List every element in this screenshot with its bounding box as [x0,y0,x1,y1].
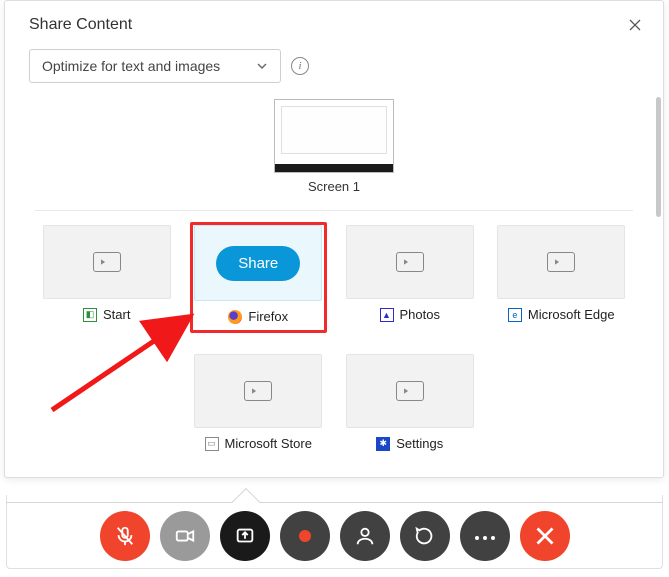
end-call-button[interactable] [520,511,570,561]
chat-icon [414,525,436,547]
scrollbar[interactable] [656,97,661,217]
mute-button[interactable] [100,511,150,561]
call-toolbar [0,511,669,561]
close-icon [536,527,554,545]
firefox-icon [228,310,242,324]
chat-button[interactable] [400,511,450,561]
screen-tile-1[interactable] [274,99,394,173]
video-button[interactable] [160,511,210,561]
panel-title: Share Content [29,16,132,34]
optimize-dropdown[interactable]: Optimize for text and images [29,49,281,83]
photos-icon: ▲ [380,308,394,322]
panel-header: Share Content [5,1,663,45]
microphone-muted-icon [114,525,136,547]
window-placeholder-icon [244,381,272,401]
app-tile-settings[interactable]: ✱ Settings [344,354,476,451]
info-icon[interactable]: i [291,57,309,75]
settings-icon: ✱ [376,437,390,451]
app-label: Firefox [248,309,288,324]
chevron-down-icon [256,60,268,72]
app-tile-start[interactable]: ◧ Start [41,225,173,330]
app-tile-photos[interactable]: ▲ Photos [344,225,476,330]
share-content-panel: Share Content Optimize for text and imag… [4,0,664,478]
share-content-button[interactable] [220,511,270,561]
app-tile-store[interactable]: ▭ Microsoft Store [193,354,325,451]
participants-button[interactable] [340,511,390,561]
start-icon: ◧ [83,308,97,322]
edge-icon: e [508,308,522,322]
window-placeholder-icon [396,252,424,272]
window-placeholder-icon [396,381,424,401]
more-icon [473,527,497,545]
section-divider [35,210,633,211]
app-label: Microsoft Store [225,436,312,451]
share-button[interactable]: Share [216,246,300,281]
call-toolbar-wrap [0,481,669,577]
screens-section: Screen 1 [35,99,633,194]
participants-icon [354,525,376,547]
share-screen-icon [234,525,256,547]
window-placeholder-icon [93,252,121,272]
app-label: Start [103,307,130,322]
optimize-row: Optimize for text and images i [5,45,663,93]
apps-grid: ◧ Start Share Firefox ▲ [35,225,633,451]
window-placeholder-icon [547,252,575,272]
close-button[interactable] [623,13,647,37]
more-options-button[interactable] [460,511,510,561]
screen-tile-1-label: Screen 1 [308,179,360,194]
video-icon [174,525,196,547]
share-body: Screen 1 ◧ Start Share Firefox [5,91,663,477]
app-tile-edge[interactable]: e Microsoft Edge [496,225,628,330]
app-tile-firefox[interactable]: Share Firefox [190,222,328,333]
record-button[interactable] [280,511,330,561]
optimize-selected-label: Optimize for text and images [42,58,220,74]
app-label: Microsoft Edge [528,307,615,322]
store-icon: ▭ [205,437,219,451]
app-label: Photos [400,307,440,322]
record-icon [299,530,311,542]
app-label: Settings [396,436,443,451]
